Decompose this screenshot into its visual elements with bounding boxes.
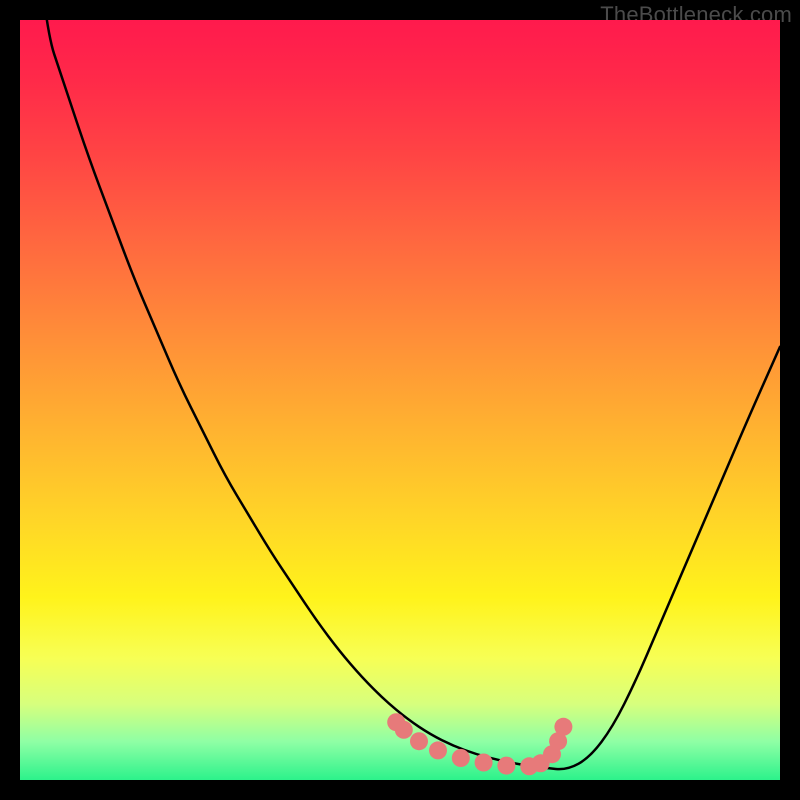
sweet-spot-dot (497, 757, 515, 775)
chart-container: TheBottleneck.com (0, 0, 800, 800)
sweet-spot-dot (410, 732, 428, 750)
plot-area (20, 20, 780, 780)
sweet-spot-markers (387, 713, 572, 775)
chart-svg (20, 20, 780, 780)
sweet-spot-dot (452, 749, 470, 767)
sweet-spot-dot (554, 718, 572, 736)
bottleneck-curve (20, 0, 780, 769)
sweet-spot-dot (395, 721, 413, 739)
sweet-spot-dot (475, 754, 493, 772)
sweet-spot-dot (429, 741, 447, 759)
